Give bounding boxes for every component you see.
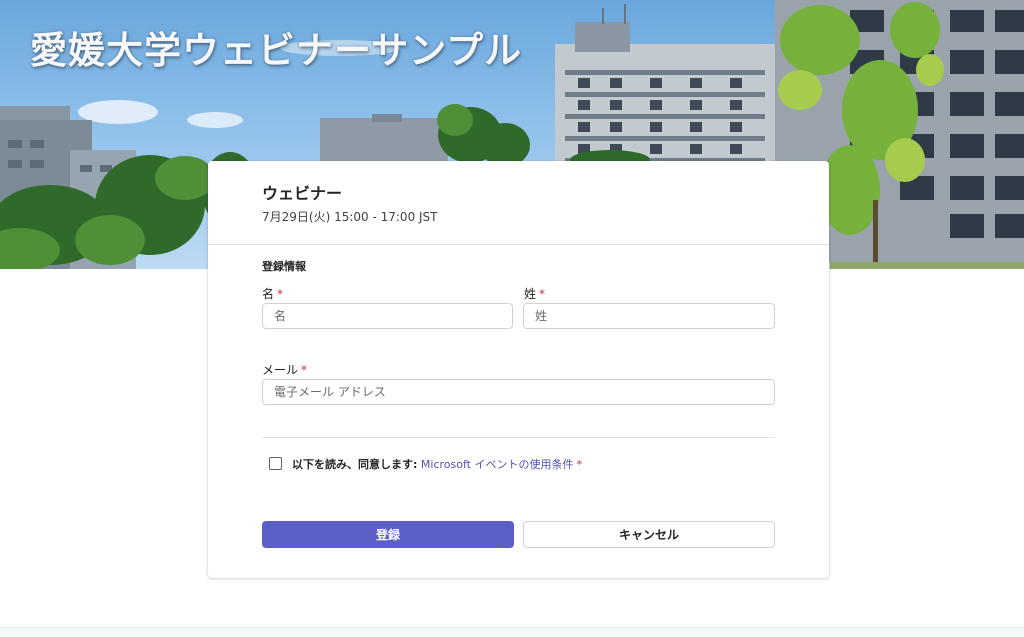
section-title: 登録情報: [262, 260, 306, 273]
register-button[interactable]: 登録: [262, 521, 514, 548]
event-title: ウェビナー: [262, 184, 343, 203]
email-input[interactable]: [262, 379, 775, 405]
header-divider: [208, 244, 829, 245]
first-name-label: 名 *: [262, 285, 283, 302]
event-datetime: 7月29日(火) 15:00 - 17:00 JST: [262, 210, 438, 224]
terms-prefix: 以下を読み、同意します:: [292, 458, 418, 471]
last-name-label: 姓 *: [524, 285, 545, 302]
required-mark: *: [277, 287, 284, 301]
first-name-input[interactable]: [262, 303, 513, 329]
email-label: メール *: [262, 361, 307, 378]
banner-title: 愛媛大学ウェビナーサンプル: [30, 28, 523, 72]
required-mark: *: [301, 363, 308, 377]
last-name-label-text: 姓: [524, 287, 537, 301]
last-name-input[interactable]: [523, 303, 775, 329]
email-label-text: メール: [262, 363, 299, 377]
first-name-label-text: 名: [262, 287, 275, 301]
terms-divider: [262, 437, 775, 438]
cancel-button[interactable]: キャンセル: [523, 521, 775, 548]
terms-link[interactable]: Microsoft イベントの使用条件: [421, 458, 574, 471]
required-mark: *: [539, 287, 546, 301]
footer-band: [0, 627, 1024, 637]
checkbox-icon[interactable]: [269, 457, 282, 470]
required-mark: *: [576, 458, 582, 471]
registration-card: ウェビナー 7月29日(火) 15:00 - 17:00 JST 登録情報 名 *…: [208, 161, 829, 578]
terms-agreement: 以下を読み、同意します: Microsoft イベントの使用条件 *: [292, 456, 582, 472]
